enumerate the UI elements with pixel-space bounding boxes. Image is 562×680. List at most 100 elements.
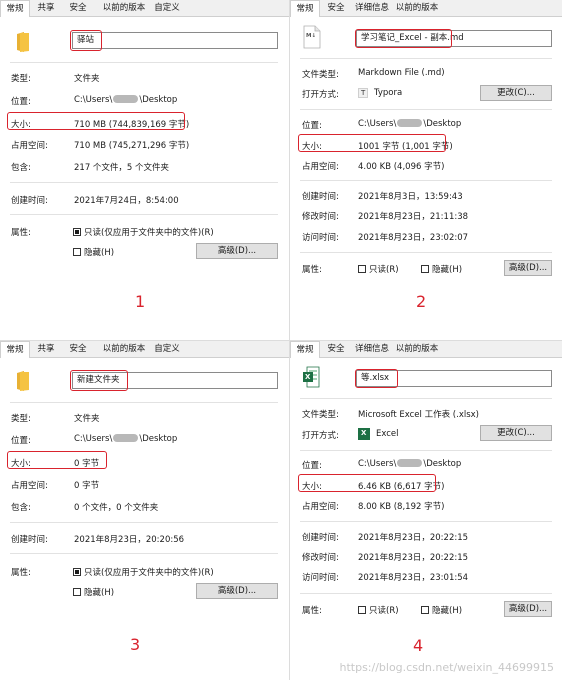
disk-size-value: 0 字节 bbox=[74, 481, 100, 491]
tab-general[interactable]: 常规 bbox=[0, 341, 30, 358]
accessed-label: 访问时间: bbox=[302, 233, 339, 243]
tab-previous-versions[interactable]: 以前的版本 bbox=[392, 343, 442, 356]
contains-label: 包含: bbox=[11, 163, 31, 173]
created-label: 创建时间: bbox=[11, 196, 48, 206]
accessed-value: 2021年8月23日，23:01:54 bbox=[358, 573, 469, 583]
open-with-value: Excel bbox=[376, 429, 399, 439]
redacted-username bbox=[397, 459, 423, 467]
properties-panel-4: 常规 安全 详细信息 以前的版本 X 等.xlsx 文件类型: Microsof… bbox=[290, 341, 562, 680]
tab-security[interactable]: 安全 bbox=[322, 2, 350, 15]
divider bbox=[10, 182, 278, 183]
tab-previous-versions[interactable]: 以前的版本 bbox=[98, 2, 150, 15]
divider bbox=[300, 58, 552, 59]
hidden-checkbox[interactable] bbox=[421, 265, 429, 273]
size-highlight bbox=[7, 451, 107, 469]
created-value: 2021年8月3日，13:59:43 bbox=[358, 192, 463, 202]
open-with-value: Typora bbox=[374, 88, 403, 98]
divider bbox=[300, 252, 552, 253]
tab-details[interactable]: 详细信息 bbox=[352, 2, 392, 15]
folder-icon bbox=[17, 32, 29, 52]
location-label: 位置: bbox=[302, 461, 322, 471]
divider bbox=[300, 109, 552, 110]
divider bbox=[10, 62, 278, 63]
tab-bar: 常规 安全 详细信息 以前的版本 bbox=[290, 0, 562, 17]
name-field[interactable]: 驿站 bbox=[72, 32, 278, 49]
hidden-checkbox[interactable] bbox=[421, 606, 429, 614]
tab-previous-versions[interactable]: 以前的版本 bbox=[392, 2, 442, 15]
modified-value: 2021年8月23日，20:22:15 bbox=[358, 553, 469, 563]
location-value: C:\Users\ \Desktop bbox=[358, 119, 462, 129]
change-button[interactable]: 更改(C)... bbox=[480, 425, 552, 441]
hidden-label: 隐藏(H) bbox=[432, 606, 463, 616]
readonly-checkbox[interactable] bbox=[73, 568, 81, 576]
type-label: 类型: bbox=[11, 74, 31, 84]
hidden-label: 隐藏(H) bbox=[84, 588, 115, 598]
attributes-label: 属性: bbox=[302, 606, 322, 616]
redacted-username bbox=[113, 95, 139, 103]
properties-panel-3: 常规 共享 安全 以前的版本 自定义 新建文件夹 类型: 文件夹 位置: C:\… bbox=[0, 341, 289, 680]
disk-size-label: 占用空间: bbox=[11, 481, 48, 491]
disk-size-label: 占用空间: bbox=[11, 141, 48, 151]
advanced-button[interactable]: 高级(D)... bbox=[504, 601, 552, 617]
tab-security[interactable]: 安全 bbox=[64, 343, 92, 356]
created-label: 创建时间: bbox=[302, 533, 339, 543]
divider bbox=[10, 553, 278, 554]
tab-security[interactable]: 安全 bbox=[322, 343, 350, 356]
tab-sharing[interactable]: 共享 bbox=[32, 343, 60, 356]
type-label: 类型: bbox=[11, 414, 31, 424]
hidden-checkbox[interactable] bbox=[73, 588, 81, 596]
divider bbox=[10, 214, 278, 215]
accessed-label: 访问时间: bbox=[302, 573, 339, 583]
tab-details[interactable]: 详细信息 bbox=[352, 343, 392, 356]
tab-general[interactable]: 常规 bbox=[290, 0, 320, 17]
typora-icon: T bbox=[358, 88, 368, 98]
readonly-checkbox[interactable] bbox=[358, 265, 366, 273]
readonly-checkbox[interactable] bbox=[73, 228, 81, 236]
size-highlight bbox=[298, 134, 446, 152]
modified-value: 2021年8月23日，21:11:38 bbox=[358, 212, 469, 222]
file-type-label: 文件类型: bbox=[302, 70, 339, 80]
location-value: C:\Users\ \Desktop bbox=[74, 434, 178, 444]
location-label: 位置: bbox=[11, 436, 31, 446]
hidden-label: 隐藏(H) bbox=[84, 248, 115, 258]
folder-icon bbox=[17, 371, 29, 391]
contains-value: 0 个文件，0 个文件夹 bbox=[74, 503, 159, 513]
type-value: 文件夹 bbox=[74, 414, 100, 424]
tab-bar: 常规 安全 详细信息 以前的版本 bbox=[290, 341, 562, 358]
created-label: 创建时间: bbox=[11, 535, 48, 545]
contains-label: 包含: bbox=[11, 503, 31, 513]
properties-panel-1: 常规 共享 安全 以前的版本 自定义 驿站 类型: 文件夹 位置: C:\Use… bbox=[0, 0, 289, 340]
size-highlight bbox=[7, 112, 185, 130]
disk-size-label: 占用空间: bbox=[302, 502, 339, 512]
tab-customize[interactable]: 自定义 bbox=[150, 2, 184, 15]
redacted-username bbox=[113, 434, 139, 442]
created-value: 2021年8月23日，20:22:15 bbox=[358, 533, 469, 543]
created-value: 2021年8月23日，20:20:56 bbox=[74, 535, 185, 545]
tab-sharing[interactable]: 共享 bbox=[32, 2, 60, 15]
tab-general[interactable]: 常规 bbox=[0, 0, 30, 17]
tab-customize[interactable]: 自定义 bbox=[150, 343, 184, 356]
excel-file-icon: X bbox=[302, 366, 320, 388]
watermark: https://blog.csdn.net/weixin_44699915 bbox=[339, 661, 554, 674]
divider bbox=[300, 180, 552, 181]
advanced-button[interactable]: 高级(D)... bbox=[196, 243, 278, 259]
hidden-checkbox[interactable] bbox=[73, 248, 81, 256]
attributes-label: 属性: bbox=[11, 568, 31, 578]
tab-previous-versions[interactable]: 以前的版本 bbox=[98, 343, 150, 356]
tab-bar: 常规 共享 安全 以前的版本 自定义 bbox=[0, 341, 289, 358]
created-label: 创建时间: bbox=[302, 192, 339, 202]
readonly-label: 只读(R) bbox=[369, 265, 399, 275]
disk-size-value: 4.00 KB (4,096 字节) bbox=[358, 162, 445, 172]
divider bbox=[300, 398, 552, 399]
readonly-label: 只读(仅应用于文件夹中的文件)(R) bbox=[84, 568, 214, 578]
tab-security[interactable]: 安全 bbox=[64, 2, 92, 15]
hidden-label: 隐藏(H) bbox=[432, 265, 463, 275]
advanced-button[interactable]: 高级(D)... bbox=[504, 260, 552, 276]
panel-number: 1 bbox=[135, 292, 146, 311]
name-highlight bbox=[355, 29, 452, 48]
advanced-button[interactable]: 高级(D)... bbox=[196, 583, 278, 599]
readonly-checkbox[interactable] bbox=[358, 606, 366, 614]
change-button[interactable]: 更改(C)... bbox=[480, 85, 552, 101]
tab-general[interactable]: 常规 bbox=[290, 341, 320, 358]
accessed-value: 2021年8月23日，23:02:07 bbox=[358, 233, 469, 243]
